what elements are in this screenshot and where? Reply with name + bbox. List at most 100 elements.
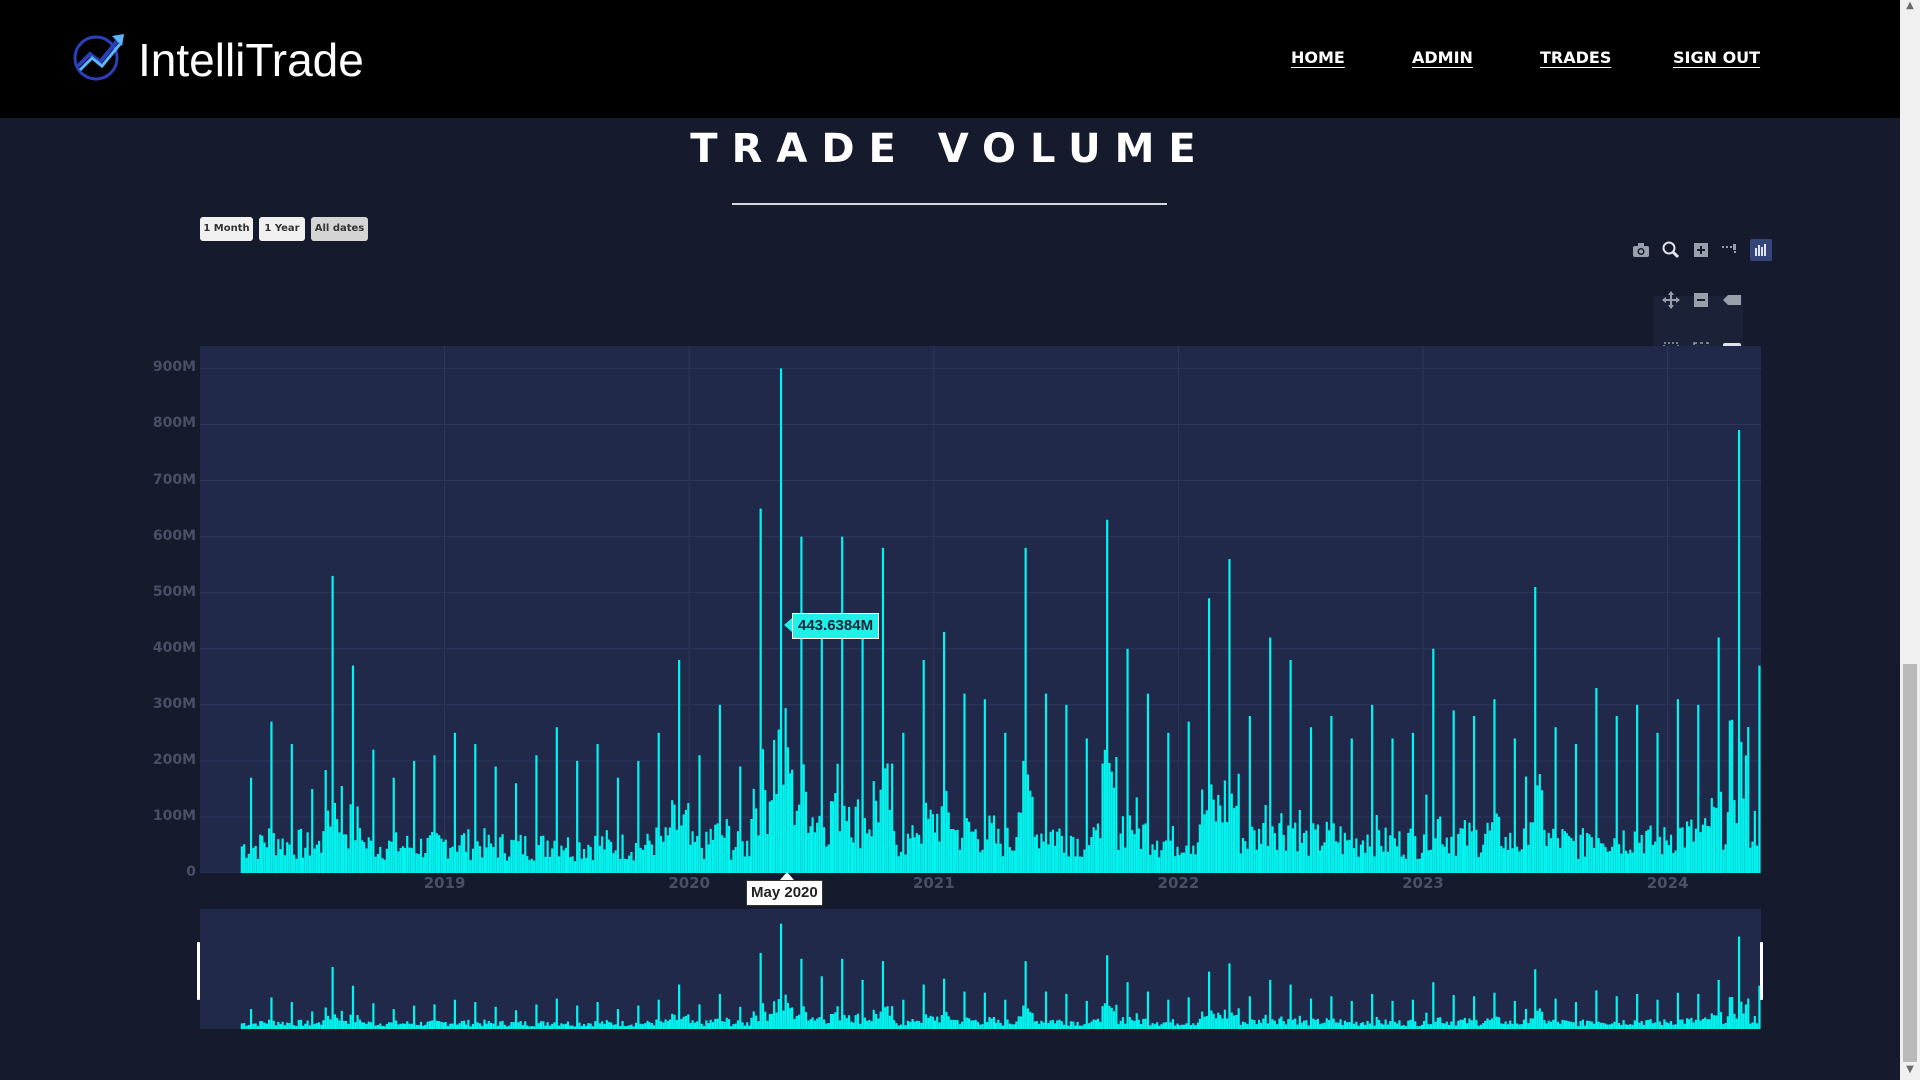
chart-trend-icon[interactable]	[72, 30, 126, 82]
volume-bar	[247, 1025, 250, 1029]
volume-bar	[601, 1021, 604, 1029]
camera-icon[interactable]	[1630, 239, 1652, 261]
volume-bar	[544, 856, 547, 873]
nav-sign-out[interactable]: SIGN OUT	[1673, 48, 1760, 67]
volume-bar	[1434, 1021, 1437, 1029]
nav-trades[interactable]: TRADES	[1540, 48, 1611, 67]
volume-bar	[1334, 1022, 1338, 1029]
volume-bar	[1497, 816, 1501, 873]
volume-bar	[1658, 836, 1661, 873]
volume-bar	[1543, 829, 1546, 873]
volume-bar	[1149, 854, 1152, 873]
volume-bar	[1645, 1020, 1648, 1029]
volume-bar	[1103, 749, 1106, 873]
volume-bar	[551, 848, 554, 873]
volume-bar	[283, 1025, 287, 1029]
volume-bar	[809, 826, 812, 873]
volume-bar	[729, 859, 733, 873]
volume-bar	[1305, 830, 1308, 873]
volume-bar	[1198, 1018, 1201, 1029]
volume-bar	[1541, 790, 1544, 873]
volume-bar	[422, 857, 425, 873]
nav-home[interactable]: HOME	[1291, 48, 1345, 67]
hover-closest-icon[interactable]	[1721, 289, 1743, 311]
volume-bar	[897, 1025, 900, 1029]
volume-bar	[714, 824, 717, 873]
scrollbar-thumb[interactable]	[1903, 664, 1917, 1062]
volume-bar	[585, 857, 588, 873]
volume-bar-peak	[637, 760, 640, 873]
volume-bar	[569, 857, 572, 873]
scroll-down-arrow-icon[interactable]: ▼	[1904, 1064, 1916, 1075]
brand-name[interactable]: IntelliTrade	[138, 30, 364, 90]
volume-bar	[272, 833, 275, 873]
volume-bar	[974, 1019, 977, 1029]
volume-bar	[1210, 784, 1213, 873]
range-all-dates-button[interactable]: All dates	[311, 217, 368, 241]
volume-bar-peak	[637, 1005, 640, 1029]
volume-bar	[1078, 1025, 1081, 1029]
range-slider-right-handle[interactable]	[1760, 942, 1763, 1000]
volume-bar	[1244, 841, 1247, 873]
volume-bar	[859, 1023, 862, 1029]
volume-bar	[662, 841, 665, 873]
plotly-logo-icon[interactable]	[1750, 239, 1772, 261]
volume-bar	[1366, 1020, 1369, 1029]
volume-bar	[1747, 998, 1750, 1029]
volume-bar	[533, 1026, 536, 1029]
volume-bar	[1069, 835, 1073, 873]
volume-bar	[741, 1022, 744, 1029]
volume-bar	[329, 1019, 332, 1029]
volume-bar	[279, 1024, 282, 1029]
volume-bar-peak	[1024, 547, 1027, 873]
volume-bar	[684, 1015, 688, 1029]
zoom-icon[interactable]	[1660, 239, 1682, 261]
volume-bar	[1651, 845, 1655, 873]
volume-bar	[754, 808, 758, 873]
volume-bar	[1103, 1003, 1106, 1029]
volume-bar	[619, 1026, 622, 1029]
volume-bar	[1459, 828, 1462, 873]
volume-bar	[1608, 1024, 1611, 1029]
volume-bar	[1026, 1008, 1030, 1029]
volume-bar	[1393, 838, 1396, 873]
volume-bar	[807, 832, 810, 873]
volume-bar	[1149, 1025, 1152, 1029]
scroll-up-arrow-icon[interactable]: ▲	[1904, 0, 1916, 11]
zoom-in-icon[interactable]	[1690, 239, 1712, 261]
volume-bar	[1418, 858, 1421, 873]
volume-bar	[1255, 1024, 1258, 1029]
volume-bar	[1640, 834, 1643, 873]
volume-bar	[1060, 1021, 1063, 1029]
volume-bar-peak	[1044, 693, 1048, 873]
volume-bar	[666, 835, 670, 873]
spike-lines-icon[interactable]	[1718, 239, 1740, 261]
volume-bar	[1418, 1025, 1421, 1029]
volume-bar	[1604, 1023, 1607, 1029]
nav-admin[interactable]: ADMIN	[1412, 48, 1473, 67]
volume-bar	[653, 1025, 656, 1029]
range-1-year-button[interactable]: 1 Year	[259, 217, 305, 241]
volume-bar	[933, 832, 936, 873]
volume-bar-peak	[1493, 699, 1496, 873]
volume-bar	[551, 1023, 554, 1029]
volume-bar	[1314, 1019, 1317, 1029]
volume-bar	[870, 1021, 873, 1029]
volume-bar	[449, 1023, 452, 1029]
volume-bar	[469, 860, 472, 873]
volume-bar	[868, 829, 871, 873]
volume-bar-peak	[514, 1010, 518, 1029]
volume-bar	[1049, 831, 1052, 873]
volume-bar	[272, 1020, 275, 1029]
volume-bar	[1441, 1023, 1444, 1029]
zoom-out-icon[interactable]	[1690, 289, 1712, 311]
volume-bar	[585, 1025, 588, 1029]
volume-bar	[639, 1023, 642, 1029]
range-1-month-button[interactable]: 1 Month	[200, 217, 253, 241]
volume-bar	[301, 857, 305, 873]
volume-bar	[293, 854, 296, 873]
volume-bar	[1502, 848, 1505, 873]
pan-icon[interactable]	[1660, 289, 1682, 311]
range-slider-left-handle[interactable]	[197, 942, 200, 1000]
volume-bar	[856, 1013, 860, 1029]
